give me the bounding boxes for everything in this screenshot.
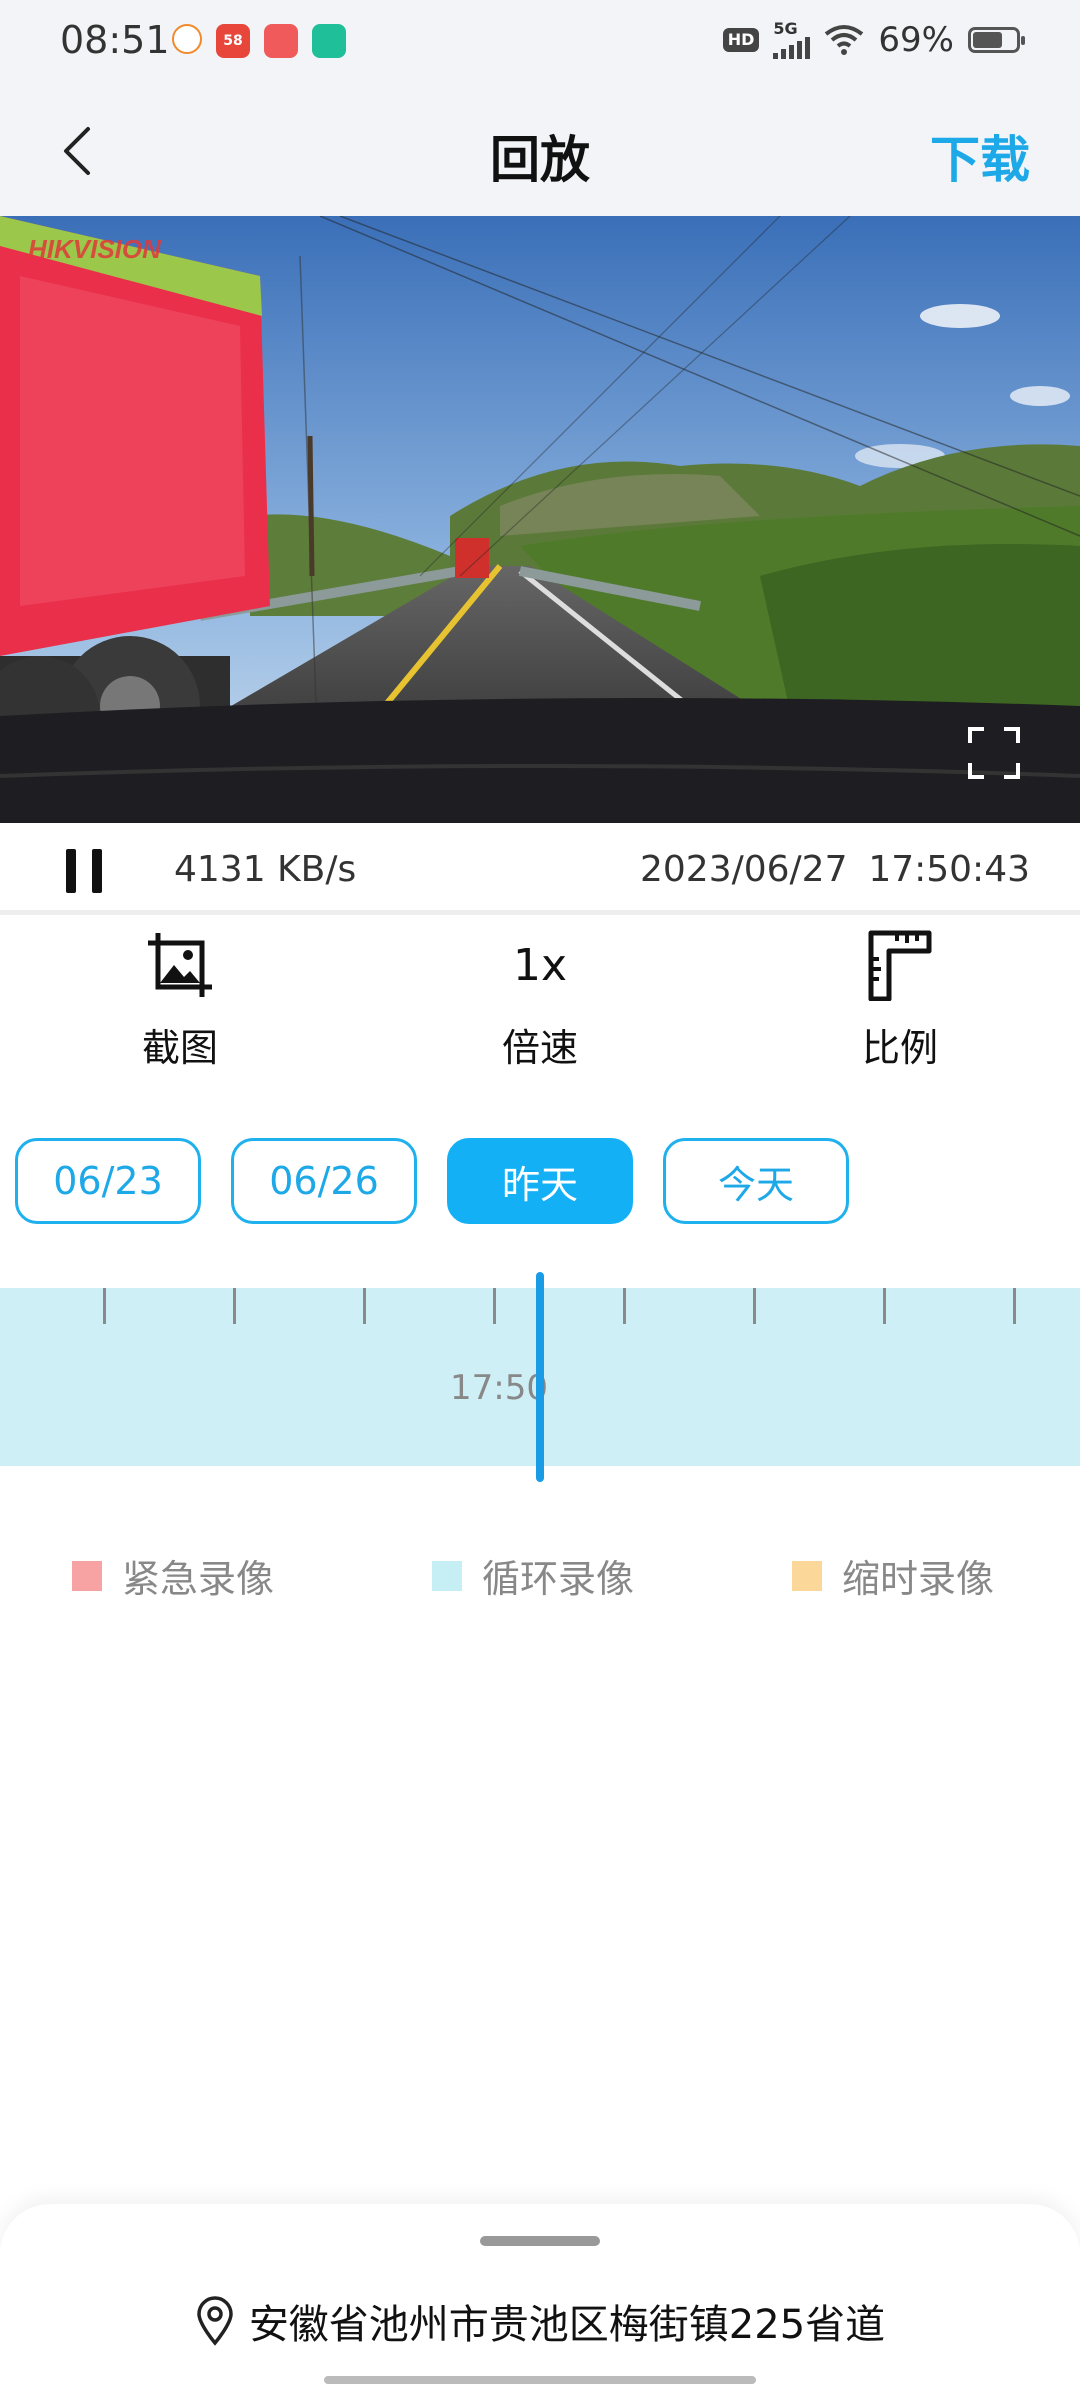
screenshot-button[interactable]: 截图: [80, 925, 280, 1072]
cellular-signal-icon: 5G: [773, 19, 811, 59]
speed-value: 1x: [512, 939, 568, 991]
date-selector: 06/23 06/26 昨天 今天: [15, 1138, 849, 1224]
legend-label-timelapse: 缩时录像: [842, 1557, 995, 1601]
screenshot-label: 截图: [141, 1026, 218, 1070]
home-indicator[interactable]: [324, 2376, 756, 2384]
download-button[interactable]: 下载: [930, 120, 1030, 192]
timeline-tick: [493, 1288, 496, 1324]
battery-percent: 69%: [878, 20, 954, 60]
ratio-icon: [868, 930, 932, 1001]
video-frame: HIKVISION: [0, 216, 1080, 823]
timeline-tick: [883, 1288, 886, 1324]
app-icon-4: [312, 24, 346, 58]
bitrate-text: 4131 KB/s: [174, 849, 357, 890]
timeline-tick: [1013, 1288, 1016, 1324]
timeline-tick: [233, 1288, 236, 1324]
date-chip-today[interactable]: 今天: [663, 1138, 849, 1224]
battery-icon: [968, 27, 1025, 53]
timeline-cursor[interactable]: [536, 1272, 544, 1482]
legend-swatch-emergency: [72, 1560, 102, 1591]
legend-swatch-timelapse: [792, 1560, 822, 1591]
location-sheet[interactable]: 安徽省池州市贵池区梅街镇225省道: [0, 2204, 1080, 2400]
tool-bar: 截图 1x 倍速 比例: [0, 925, 1080, 1095]
playback-time: 17:50:43: [868, 849, 1030, 890]
date-chip-0623[interactable]: 06/23: [15, 1138, 201, 1224]
location-pin-icon: [197, 2296, 233, 2346]
fullscreen-icon[interactable]: [968, 727, 1020, 779]
timeline-tick: [623, 1288, 626, 1324]
page-title: 回放: [490, 131, 590, 189]
legend-timelapse: 缩时录像: [792, 1548, 994, 1603]
playback-page: 08:51 58 HD 5G 69% 回放 下载 HIKVISION 4131 …: [0, 0, 1080, 2400]
video-watermark: HIKVISION: [28, 234, 162, 264]
status-bar: 08:51 58 HD 5G 69%: [0, 0, 1080, 86]
app-icon-3: [264, 24, 298, 58]
location-text: 安徽省池州市贵池区梅街镇225省道: [248, 2302, 886, 2348]
sheet-drag-handle[interactable]: [480, 2236, 600, 2246]
wifi-icon: [825, 25, 864, 55]
legend-swatch-loop: [432, 1560, 462, 1591]
app-icon-58: 58: [216, 24, 250, 58]
video-player[interactable]: HIKVISION: [0, 216, 1080, 823]
timeline-tick: [753, 1288, 756, 1324]
pause-icon[interactable]: [66, 849, 110, 893]
hd-badge: HD: [722, 28, 760, 52]
legend-emergency: 紧急录像: [72, 1548, 274, 1603]
nav-bar: 回放 下载: [0, 86, 1080, 216]
legend-label-emergency: 紧急录像: [122, 1557, 275, 1601]
location-row: 安徽省池州市贵池区梅街镇225省道: [0, 2292, 1080, 2350]
status-right: HD 5G 69%: [722, 19, 1025, 60]
legend-label-loop: 循环录像: [482, 1557, 635, 1601]
ratio-button[interactable]: 比例: [800, 925, 1000, 1072]
playback-info-row: 4131 KB/s 2023/06/27 17:50:43: [0, 823, 1080, 915]
timeline-tick: [363, 1288, 366, 1324]
status-time: 08:51: [60, 18, 170, 62]
speed-label: 倍速: [501, 1026, 578, 1070]
date-chip-yesterday[interactable]: 昨天: [447, 1138, 633, 1224]
legend-loop: 循环录像: [432, 1548, 634, 1603]
timeline-label: 17:50: [450, 1368, 548, 1408]
timeline-tick: [103, 1288, 106, 1324]
app-icon-1: [172, 24, 202, 54]
legend: 紧急录像 循环录像 缩时录像: [0, 1548, 1080, 1608]
notification-app-icons: 58: [172, 24, 346, 58]
screenshot-icon: [148, 933, 212, 997]
ratio-label: 比例: [861, 1026, 938, 1070]
network-type: 5G: [773, 19, 798, 38]
speed-button[interactable]: 1x 倍速: [440, 925, 640, 1072]
playback-date: 2023/06/27: [640, 849, 848, 890]
date-chip-0626[interactable]: 06/26: [231, 1138, 417, 1224]
